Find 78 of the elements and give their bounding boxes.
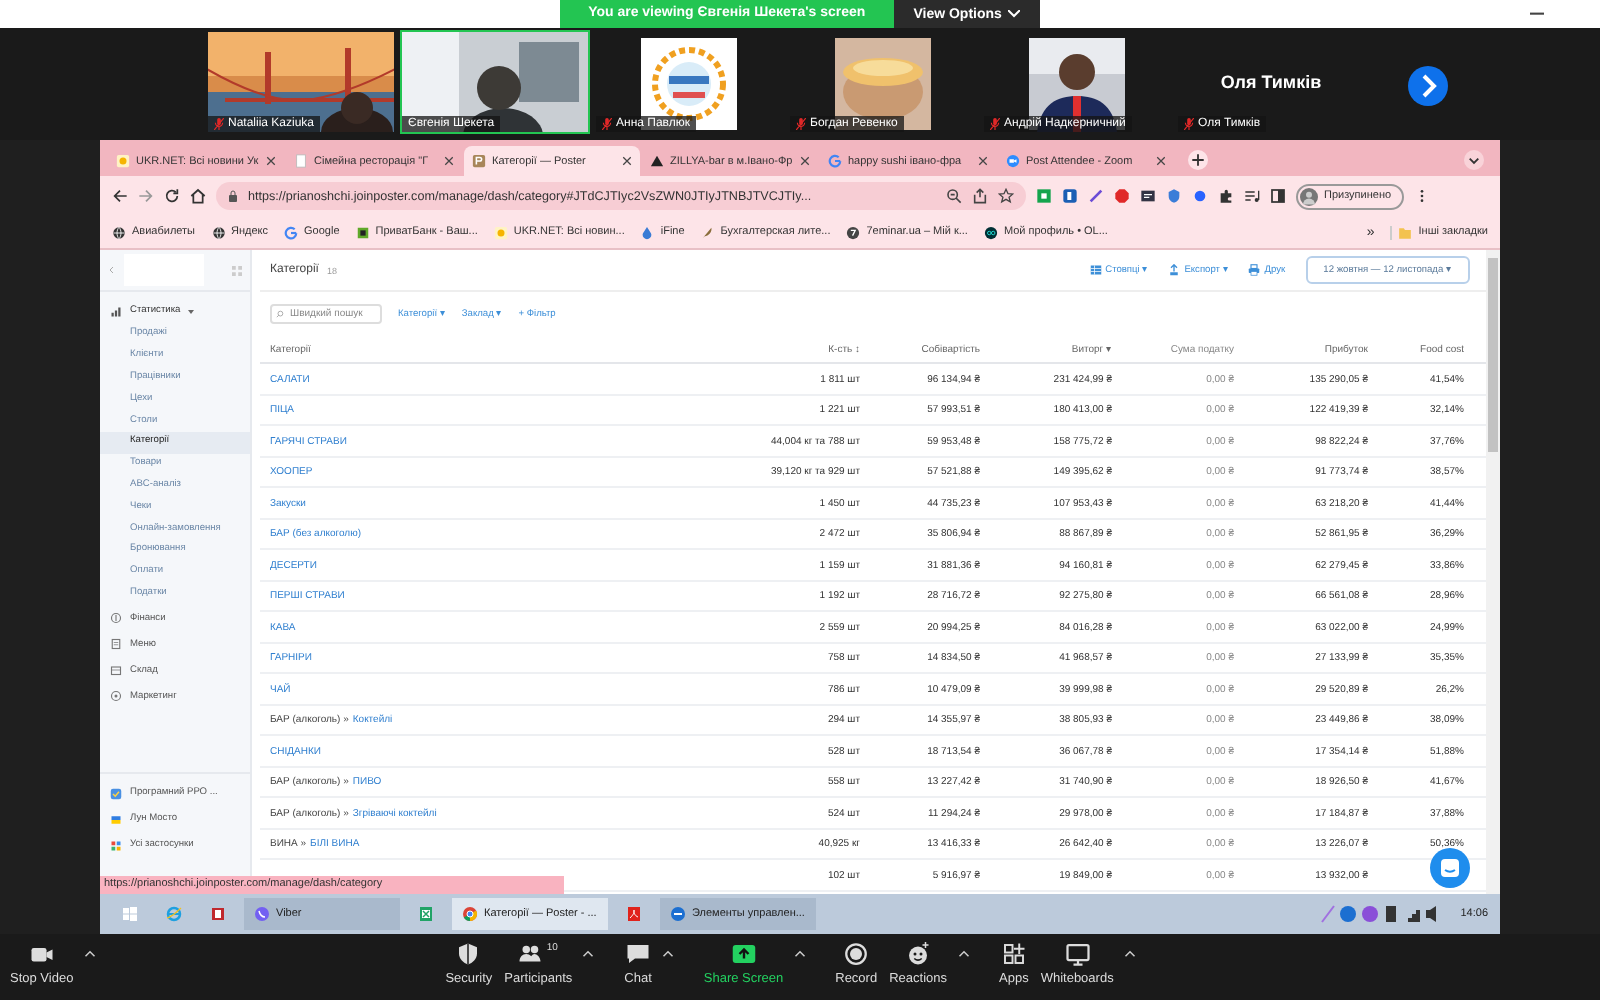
flag-icon [110,813,122,826]
lock-icon [228,190,238,203]
checkbox-icon [110,787,122,800]
pen-icon[interactable] [1088,188,1104,205]
triangle-icon [650,154,664,169]
smiley-icon [906,942,931,967]
puzzle-icon[interactable] [1218,188,1234,205]
new-tab-icon[interactable] [1188,150,1208,171]
box-icon [110,664,122,677]
avatar-icon [1300,187,1318,206]
close-icon[interactable] [800,156,810,167]
chat-bubble-icon[interactable] [1430,848,1470,889]
feather-icon [700,225,715,240]
close-icon[interactable] [1156,156,1166,167]
participant-name: Оля Тимків [1220,72,1322,92]
upload-icon [1168,264,1181,277]
viber-icon [254,906,270,923]
scrollbar[interactable] [1486,250,1500,895]
home-icon[interactable] [190,188,206,205]
next-page-icon[interactable] [1408,66,1448,106]
caret-icon[interactable] [793,950,806,959]
chrome-icon [462,906,478,923]
close-icon[interactable] [622,156,632,167]
media-icon[interactable] [1244,188,1260,205]
stop-sign-icon[interactable] [1114,188,1130,205]
shield-icon[interactable] [1166,188,1182,205]
caret-icon[interactable] [582,950,595,959]
star-icon[interactable] [998,188,1014,205]
caret-icon[interactable] [661,950,674,959]
table-icon [1089,264,1102,277]
share-icon[interactable] [972,188,988,205]
google-icon [284,225,299,240]
share-screen-icon [731,942,756,967]
poster-icon [472,154,486,169]
chart-icon [110,305,122,318]
privat-icon [355,225,370,240]
video-icon [1006,154,1020,169]
globe-icon [112,225,126,240]
record-icon [844,942,869,967]
dot-icon[interactable] [1192,188,1208,205]
people-icon [518,942,543,967]
extension-icon[interactable] [1140,188,1156,205]
minimize-icon[interactable] [1530,12,1544,16]
tab-list-icon[interactable] [1464,150,1484,171]
folder-icon [1398,225,1413,240]
back-icon[interactable] [112,188,128,205]
caret-icon[interactable] [1123,950,1136,959]
caret-icon [1007,10,1020,18]
sun-icon [116,154,130,169]
tray-icons-drawing[interactable] [1320,904,1441,925]
close-icon[interactable] [266,156,276,167]
circle-icon [846,225,861,240]
caret-icon[interactable] [957,950,969,959]
apps-grid-icon [110,839,122,852]
shield-icon [456,942,481,967]
control-panel-icon [670,906,686,923]
document-icon [110,638,122,651]
reload-icon[interactable] [164,188,180,205]
camera-icon [29,942,54,967]
whiteboard-icon [1065,942,1090,967]
search-icon [276,310,284,319]
globe-icon [211,225,226,240]
zoom-icon[interactable] [946,188,962,205]
drop-icon [640,225,655,240]
close-icon[interactable] [444,156,454,167]
target-icon [110,690,122,703]
page-icon [294,154,308,169]
google-icon [828,154,842,169]
coin-icon [110,612,122,625]
chat-icon [626,942,650,967]
caret-icon[interactable] [83,950,96,959]
sun-icon [493,225,508,240]
caret-icon [188,309,195,314]
printer-icon [1248,264,1261,277]
close-icon[interactable] [978,156,988,167]
sidebar-icon[interactable] [1270,188,1286,205]
apps-icon [1001,942,1026,967]
olx-icon [983,225,998,240]
